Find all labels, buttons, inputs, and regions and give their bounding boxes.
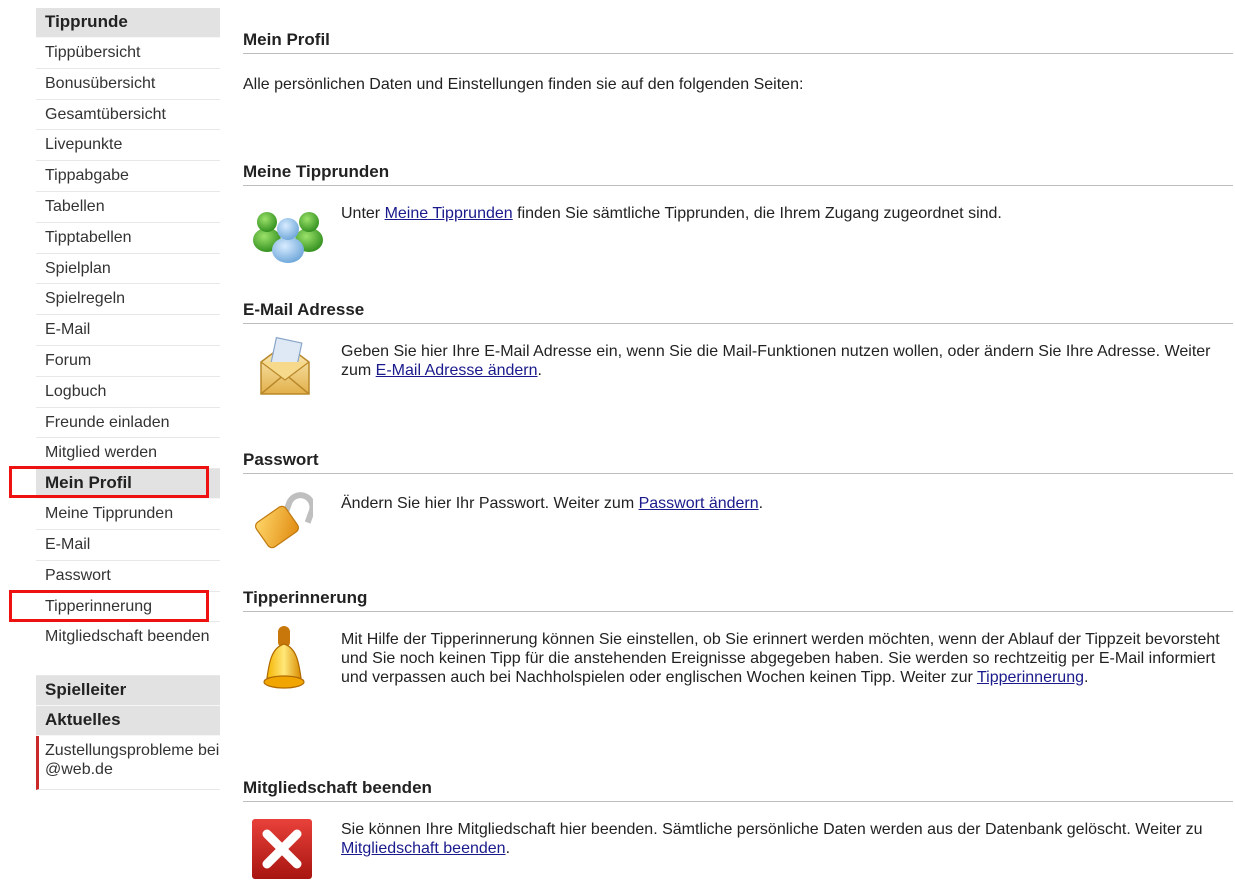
section-mein-profil: Mein Profil Alle persönlichen Daten und … <box>243 30 1235 93</box>
bell-icon <box>259 624 309 699</box>
sidebar: Tipprunde Tippübersicht Bonusübersicht G… <box>36 8 220 791</box>
page-title: Mein Profil <box>243 30 1233 54</box>
section-mitgliedschaft-beenden: Mitgliedschaft beenden Sie können Ihre M… <box>243 778 1235 879</box>
passwort-text: Ändern Sie hier Ihr Passwort. Weiter zum… <box>341 494 1231 513</box>
email-text-after: . <box>537 362 542 379</box>
nav-item-passwort[interactable]: Passwort <box>36 561 220 592</box>
nav-item-freunde-einladen[interactable]: Freunde einladen <box>36 408 220 439</box>
nav-item-logbuch[interactable]: Logbuch <box>36 377 220 408</box>
nav-item-tippabgabe[interactable]: Tippabgabe <box>36 161 220 192</box>
section-title-tipperinnerung: Tipperinnerung <box>243 588 1233 612</box>
tipprunden-text: Unter Meine Tipprunden finden Sie sämtli… <box>341 204 1231 223</box>
beenden-text: Sie können Ihre Mitgliedschaft hier been… <box>341 820 1231 858</box>
section-title-meine-tipprunden: Meine Tipprunden <box>243 162 1233 186</box>
envelope-icon <box>255 336 315 405</box>
section-meine-tipprunden: Meine Tipprunden Unter Meine Tipprunden … <box>243 162 1235 263</box>
delete-x-icon <box>251 818 313 885</box>
link-passwort-aendern[interactable]: Passwort ändern <box>639 495 759 512</box>
nav-item-tippuebersicht[interactable]: Tippübersicht <box>36 38 220 69</box>
passwort-text-before: Ändern Sie hier Ihr Passwort. Weiter zum <box>341 495 639 512</box>
tipprunden-text-before: Unter <box>341 205 385 222</box>
nav-item-email[interactable]: E-Mail <box>36 315 220 346</box>
link-meine-tipprunden[interactable]: Meine Tipprunden <box>385 205 513 222</box>
passwort-text-after: . <box>758 495 764 512</box>
nav-group-aktuelles[interactable]: Aktuelles <box>36 706 220 737</box>
nav-item-gesamtuebersicht[interactable]: Gesamtübersicht <box>36 100 220 131</box>
highlight-box-tipperinnerung <box>9 590 209 622</box>
nav-item-news-zustellungsprobleme[interactable]: Zustellungsprobleme bei @web.de <box>36 736 220 791</box>
lock-icon <box>253 490 316 555</box>
beenden-text-before: Sie können Ihre Mitgliedschaft hier been… <box>341 821 1203 838</box>
highlight-box-mein-profil <box>9 466 209 498</box>
nav-item-meine-tipprunden[interactable]: Meine Tipprunden <box>36 499 220 530</box>
nav-group-tipprunde[interactable]: Tipprunde <box>36 8 220 38</box>
nav-item-mitglied-werden[interactable]: Mitglied werden <box>36 438 220 470</box>
intro-text: Alle persönlichen Daten und Einstellunge… <box>243 76 804 93</box>
nav-item-forum[interactable]: Forum <box>36 346 220 377</box>
link-tipperinnerung[interactable]: Tipperinnerung <box>977 669 1084 686</box>
nav-group-spielleiter[interactable]: Spielleiter <box>36 676 220 707</box>
nav-item-livepunkte[interactable]: Livepunkte <box>36 130 220 162</box>
tipprunden-text-after: finden Sie sämtliche Tipprunden, die Ihr… <box>512 205 1002 222</box>
beenden-text-after: . <box>505 840 511 857</box>
section-passwort: Passwort Ändern Sie hier Ihr Passwort. W… <box>243 450 1235 549</box>
nav-item-tipptabellen[interactable]: Tipptabellen <box>36 223 220 254</box>
nav-item-profil-email[interactable]: E-Mail <box>36 530 220 561</box>
section-title-email-adresse: E-Mail Adresse <box>243 300 1233 324</box>
nav-item-spielplan[interactable]: Spielplan <box>36 254 220 285</box>
nav-item-tabellen[interactable]: Tabellen <box>36 192 220 223</box>
users-icon <box>253 202 323 269</box>
section-title-mitgliedschaft-beenden: Mitgliedschaft beenden <box>243 778 1233 802</box>
link-mitgliedschaft-beenden[interactable]: Mitgliedschaft beenden <box>341 840 506 857</box>
nav-item-mitgliedschaft-beenden[interactable]: Mitgliedschaft beenden <box>36 622 220 677</box>
section-email-adresse: E-Mail Adresse Geben Sie hier Ihre E-Mai… <box>243 300 1235 395</box>
section-title-passwort: Passwort <box>243 450 1233 474</box>
section-tipperinnerung: Tipperinnerung Mit Hilfe der Tipperinner… <box>243 588 1235 689</box>
nav-item-spielregeln[interactable]: Spielregeln <box>36 284 220 316</box>
erinnerung-text: Mit Hilfe der Tipperinnerung können Sie … <box>341 630 1231 687</box>
erinnerung-text-after: . <box>1083 669 1089 686</box>
email-text: Geben Sie hier Ihre E-Mail Adresse ein, … <box>341 342 1231 380</box>
link-email-adresse-aendern[interactable]: E-Mail Adresse ändern <box>376 362 538 379</box>
nav-item-bonusuebersicht[interactable]: Bonusübersicht <box>36 69 220 100</box>
